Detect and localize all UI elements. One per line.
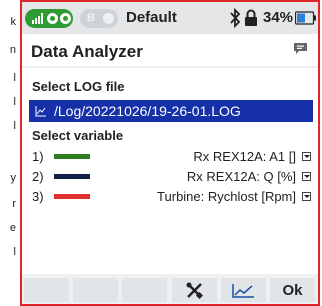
battery-icon xyxy=(295,11,316,25)
battery-percent: 34% xyxy=(263,9,294,26)
page-edge-text: k n l l l y r e l xyxy=(0,0,20,306)
variable-index: 3) xyxy=(32,189,44,204)
connection-status[interactable] xyxy=(25,9,73,28)
variable-color-swatch[interactable] xyxy=(54,154,90,159)
variable-label: Rx REX12A: Q [%] xyxy=(186,169,296,184)
edge-text-line: r xyxy=(12,198,16,210)
transmitter-screen: B Default 34% Data Analyzer Select LOG f… xyxy=(20,0,320,306)
signal-icon xyxy=(32,13,44,24)
tools-button[interactable] xyxy=(172,278,217,302)
ok-button-label: Ok xyxy=(282,282,303,299)
edge-text-line: l xyxy=(13,120,16,132)
log-file-selector[interactable]: /Log/20221026/19-26-01.LOG xyxy=(29,100,313,122)
variable-index: 2) xyxy=(32,169,44,184)
variable-row[interactable]: 1) Rx REX12A: A1 [] xyxy=(22,147,318,167)
b-label: B xyxy=(87,12,95,24)
receiver-icon xyxy=(60,13,71,24)
bottom-button-bar: Ok xyxy=(22,274,318,304)
edge-text-line: k xyxy=(10,16,17,28)
dropdown-arrow-icon[interactable] xyxy=(302,152,311,161)
edge-text-line: n xyxy=(9,44,16,56)
lock-icon xyxy=(245,9,257,26)
status-bar: B Default 34% xyxy=(22,2,318,34)
variable-row[interactable]: 2) Rx REX12A: Q [%] xyxy=(22,167,318,187)
tools-icon xyxy=(186,282,203,299)
dropdown-arrow-icon[interactable] xyxy=(302,192,311,201)
graph-button[interactable] xyxy=(221,278,266,302)
bluetooth-icon xyxy=(230,8,240,28)
edge-text-line: l xyxy=(13,96,16,108)
variable-label: Rx REX12A: A1 [] xyxy=(193,149,296,164)
variable-section-label: Select variable xyxy=(32,128,124,143)
edge-text-line: e xyxy=(9,222,16,234)
secondary-receiver-status[interactable]: B xyxy=(80,9,118,28)
graph-icon xyxy=(232,284,254,298)
edge-text-line: y xyxy=(10,172,17,184)
header: Data Analyzer xyxy=(22,34,318,66)
variable-color-swatch[interactable] xyxy=(54,194,90,199)
edge-text-line: l xyxy=(13,246,16,258)
edge-text-line: l xyxy=(13,72,16,84)
empty-slot-3[interactable] xyxy=(122,278,167,302)
content-panel: Select LOG file /Log/20221026/19-26-01.L… xyxy=(22,68,318,274)
message-icon[interactable] xyxy=(293,42,308,55)
log-section-label: Select LOG file xyxy=(32,79,125,94)
profile-name[interactable]: Default xyxy=(126,9,177,26)
page-title: Data Analyzer xyxy=(31,42,143,61)
ok-button[interactable]: Ok xyxy=(270,278,315,302)
variable-label: Turbine: Rychlost [Rpm] xyxy=(157,189,296,204)
chart-file-icon xyxy=(35,106,46,117)
empty-slot-1[interactable] xyxy=(24,278,69,302)
receiver-icon xyxy=(47,13,58,24)
receiver-icon xyxy=(103,13,114,24)
variable-index: 1) xyxy=(32,149,44,164)
variable-color-swatch[interactable] xyxy=(54,174,90,179)
variable-row[interactable]: 3) Turbine: Rychlost [Rpm] xyxy=(22,187,318,207)
empty-slot-2[interactable] xyxy=(73,278,118,302)
dropdown-arrow-icon[interactable] xyxy=(302,172,311,181)
log-file-path: /Log/20221026/19-26-01.LOG xyxy=(54,103,241,119)
